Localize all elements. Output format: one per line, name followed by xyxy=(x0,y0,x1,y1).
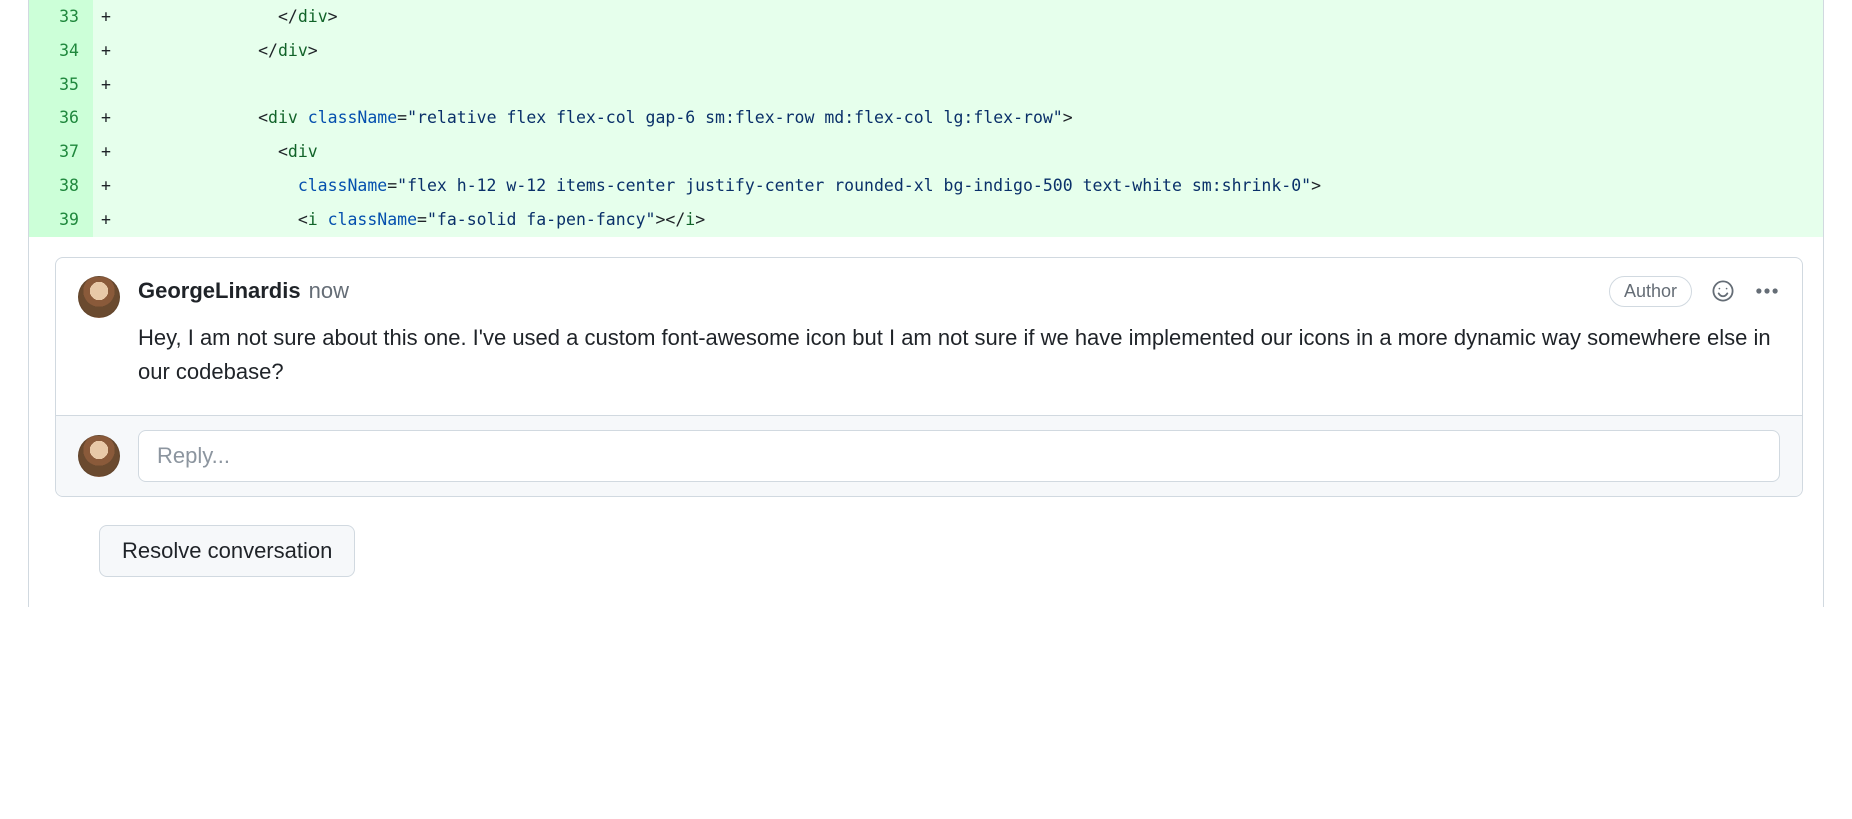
addition-marker: + xyxy=(93,68,119,102)
diff-line[interactable]: 39+ <i className="fa-solid fa-pen-fancy"… xyxy=(29,203,1823,237)
line-number[interactable]: 37 xyxy=(29,135,93,169)
addition-marker: + xyxy=(93,34,119,68)
resolve-conversation-button[interactable]: Resolve conversation xyxy=(99,525,355,577)
avatar[interactable] xyxy=(78,435,120,477)
line-number[interactable]: 38 xyxy=(29,169,93,203)
diff-hunk: 33+ </div>34+ </div>35+36+ <div classNam… xyxy=(28,0,1824,237)
comment-header: GeorgeLinardis now Author xyxy=(56,258,1802,415)
avatar[interactable] xyxy=(78,276,120,318)
diff-line[interactable]: 34+ </div> xyxy=(29,34,1823,68)
diff-line[interactable]: 38+ className="flex h-12 w-12 items-cent… xyxy=(29,169,1823,203)
reply-input[interactable] xyxy=(138,430,1780,482)
reply-row xyxy=(56,415,1802,496)
code-content: </div> xyxy=(119,0,1823,34)
comment-author[interactable]: GeorgeLinardis xyxy=(138,278,301,304)
author-badge: Author xyxy=(1609,276,1692,307)
line-number[interactable]: 36 xyxy=(29,101,93,135)
diff-line[interactable]: 36+ <div className="relative flex flex-c… xyxy=(29,101,1823,135)
line-number[interactable]: 39 xyxy=(29,203,93,237)
code-content: </div> xyxy=(119,34,1823,68)
code-content: <i className="fa-solid fa-pen-fancy"></i… xyxy=(119,203,1823,237)
code-content xyxy=(119,68,1823,102)
review-thread: GeorgeLinardis now Author xyxy=(28,237,1824,607)
addition-marker: + xyxy=(93,135,119,169)
comment-body: Hey, I am not sure about this one. I've … xyxy=(138,321,1780,415)
code-content: className="flex h-12 w-12 items-center j… xyxy=(119,169,1823,203)
diff-line[interactable]: 35+ xyxy=(29,68,1823,102)
addition-marker: + xyxy=(93,101,119,135)
code-content: <div xyxy=(119,135,1823,169)
kebab-menu-icon[interactable] xyxy=(1754,278,1780,304)
addition-marker: + xyxy=(93,0,119,34)
line-number[interactable]: 34 xyxy=(29,34,93,68)
diff-line[interactable]: 33+ </div> xyxy=(29,0,1823,34)
diff-line[interactable]: 37+ <div xyxy=(29,135,1823,169)
comment-timestamp[interactable]: now xyxy=(309,278,349,304)
code-content: <div className="relative flex flex-col g… xyxy=(119,101,1823,135)
addition-marker: + xyxy=(93,169,119,203)
addition-marker: + xyxy=(93,203,119,237)
line-number[interactable]: 33 xyxy=(29,0,93,34)
comment-card: GeorgeLinardis now Author xyxy=(55,257,1803,497)
emoji-reaction-icon[interactable] xyxy=(1710,278,1736,304)
line-number[interactable]: 35 xyxy=(29,68,93,102)
